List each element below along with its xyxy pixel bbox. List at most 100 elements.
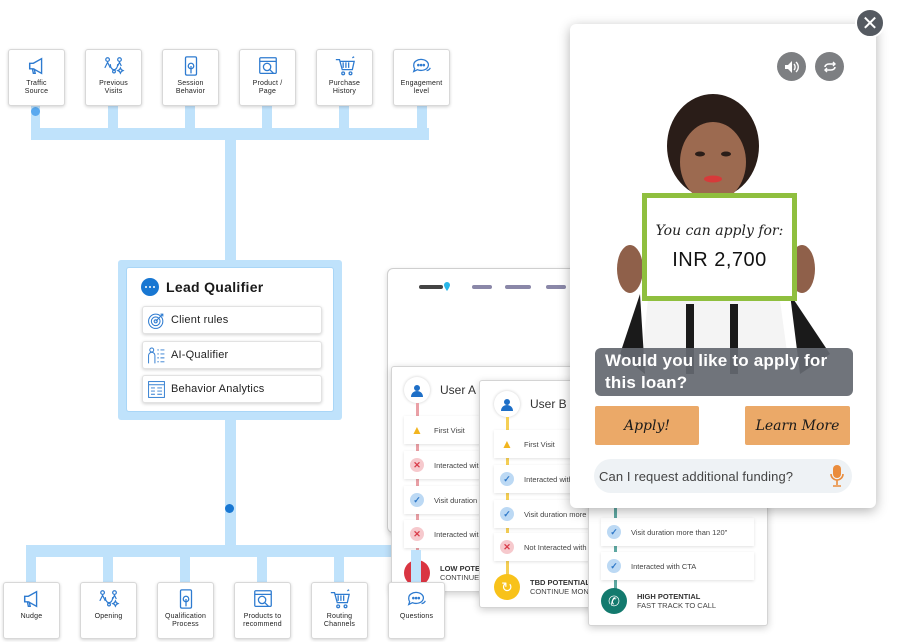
output-node-products-to-recommend[interactable]: Products to recommend [234,582,291,639]
replay-button[interactable] [815,52,844,81]
connector-top-stem-3 [185,106,195,134]
microphone-icon[interactable] [830,465,844,487]
sign-amount: INR 2,700 [672,248,767,271]
progress-step [505,285,531,289]
warning-icon: ▲ [501,437,513,451]
cross-icon: ✕ [500,540,514,554]
input-node-session-behavior[interactable]: Session Behavior [162,49,219,106]
close-icon: ✕ [861,12,879,35]
input-node-label: Traffic Source [24,80,49,95]
journey-icon [98,590,119,608]
loan-offer-sign: You can apply for: INR 2,700 [642,193,797,301]
connector-main-upper [225,138,236,262]
connector-top-stem-5 [339,106,349,134]
volume-button[interactable] [777,52,806,81]
input-node-product-page[interactable]: Product / Page [239,49,296,106]
step-text: First Visit [524,439,555,449]
progress-step [546,285,566,289]
connector-start-dot [31,107,40,116]
user-header: User A [404,377,476,403]
more-dots-icon [141,278,159,296]
connector-bottom-horizontal [26,545,424,557]
web-page-search-icon [253,590,272,607]
connector-bottom-stem-2 [103,550,113,584]
learn-more-button[interactable]: Learn More [745,406,850,445]
connector-bottom-stem-1 [26,550,36,584]
connector-bottom-stem-5 [334,550,344,584]
lead-qualifier-item-label: AI-Qualifier [171,349,229,361]
verdict-action: FAST TRACK TO CALL [637,601,717,610]
person-checklist-icon [148,347,165,363]
connector-bottom-stem-4 [257,550,267,584]
connector-top-stem-4 [262,106,272,134]
loan-question-caption: Would you like to apply for this loan? [595,348,853,396]
output-node-routing-channels[interactable]: Routing Channels [311,582,368,639]
check-icon: ✓ [410,493,424,507]
input-node-purchase-history[interactable]: Purchase History [316,49,373,106]
progress-step-active [419,285,443,289]
output-node-label: Nudge [20,613,43,620]
shopping-cart-icon [330,589,350,609]
sign-line-1: You can apply for: [655,222,784,239]
input-node-label: Session Behavior [175,80,206,95]
output-node-questions[interactable]: Questions [388,582,445,639]
output-node-label: Routing Channels [323,613,356,628]
step-text: Interacted with CTA [631,561,697,571]
location-pin-icon [444,282,450,291]
megaphone-icon [23,590,37,608]
chat-bubbles-icon [407,591,426,606]
chat-input[interactable]: Can I request additional funding? [594,459,852,493]
replay-icon [823,61,836,72]
chat-bubbles-icon [412,58,431,73]
output-node-opening[interactable]: Opening [80,582,137,639]
input-node-label: Previous Visits [99,80,128,95]
close-button[interactable]: ✕ [855,8,885,38]
step-text: Interacted with [434,529,483,539]
step-text: Visit duration [434,495,478,505]
analytics-board-icon [148,380,165,398]
connector-top-stem-2 [108,106,118,134]
target-icon [148,313,164,329]
phone-call-icon: ✆ [601,588,627,614]
cross-icon: ✕ [410,527,424,541]
input-node-engagement-level[interactable]: Engagement level [393,49,450,106]
output-node-label: Opening [94,613,123,620]
input-node-label: Engagement level [400,80,443,95]
input-node-previous-visits[interactable]: Previous Visits [85,49,142,106]
check-icon: ✓ [607,559,621,573]
input-node-label: Purchase History [328,80,361,95]
output-node-qualification-process[interactable]: Qualification Process [157,582,214,639]
user-header: User B [494,391,567,417]
volume-icon [784,60,799,73]
chat-input-value: Can I request additional funding? [599,468,794,484]
journey-icon [103,57,124,75]
touch-screen-icon [184,56,197,76]
progress-step [472,285,492,289]
verdict-title: HIGH POTENTIAL [637,592,701,601]
lead-qualifier-item-client-rules[interactable]: Client rules [142,306,322,334]
shopping-cart-icon [335,56,355,76]
connector-mid-dot [225,504,234,513]
input-node-traffic-source[interactable]: Traffic Source [8,49,65,106]
lead-qualifier-item-behavior-analytics[interactable]: Behavior Analytics [142,375,322,403]
user-name: User B [530,397,567,411]
touch-screen-icon [179,589,192,609]
apply-button[interactable]: Apply! [595,406,699,445]
step-text: Interacted with [434,460,483,470]
input-node-label: Product / Page [252,80,283,95]
output-node-label: Products to recommend [243,613,282,628]
check-icon: ✓ [500,507,514,521]
cross-icon: ✕ [410,458,424,472]
timeline-step: ✓ Visit duration more than 120" [601,518,754,546]
warning-icon: ▲ [411,423,423,437]
connector-bottom-stem-3 [180,550,190,584]
output-node-nudge[interactable]: Nudge [3,582,60,639]
user-name: User A [440,383,477,397]
lead-qualifier-item-ai-qualifier[interactable]: AI-Qualifier [142,341,322,369]
check-icon: ✓ [607,525,621,539]
timeline-step: ✓ Interacted with CTA [601,552,754,580]
megaphone-icon [28,57,42,75]
user-avatar-icon [404,377,430,403]
web-page-search-icon [258,57,277,74]
connector-top-stem-6 [417,106,427,134]
